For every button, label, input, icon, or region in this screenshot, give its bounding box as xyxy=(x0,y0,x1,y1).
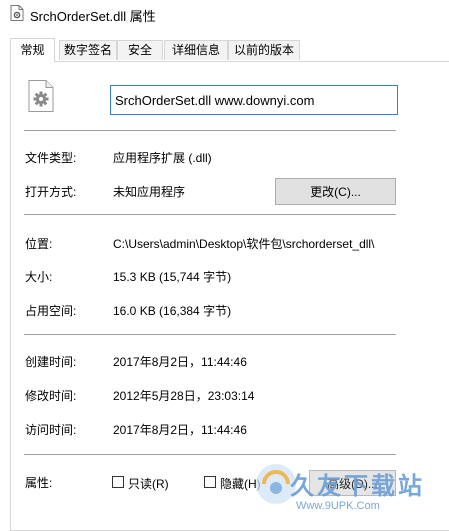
hidden-checkbox[interactable] xyxy=(204,476,216,488)
watermark-url: Www.9UPK.Com xyxy=(296,500,380,512)
location-value: C:\Users\admin\Desktop\软件包\srchorderset_… xyxy=(113,237,375,251)
tab-general[interactable]: 常规 xyxy=(10,38,55,62)
readonly-checkbox[interactable] xyxy=(112,476,124,488)
file-type-value: 应用程序扩展 (.dll) xyxy=(113,151,212,165)
separator xyxy=(24,454,396,455)
separator xyxy=(24,214,396,215)
watermark-text: 久友下载站 xyxy=(290,473,425,500)
accessed-value: 2017年8月2日，11:44:46 xyxy=(113,423,247,437)
size-on-disk-value: 16.0 KB (16,384 字节) xyxy=(113,304,232,318)
opens-with-label: 打开方式: xyxy=(25,185,77,199)
attributes-label: 属性: xyxy=(25,476,53,490)
window-title: SrchOrderSet.dll 属性 xyxy=(30,9,156,24)
size-label: 大小: xyxy=(25,270,53,284)
separator xyxy=(24,334,396,335)
tab-previous-versions[interactable]: 以前的版本 xyxy=(228,40,300,60)
tab-security[interactable]: 安全 xyxy=(117,40,163,60)
size-on-disk-label: 占用空间: xyxy=(25,304,77,318)
modified-value: 2012年5月28日，23:03:14 xyxy=(113,389,255,403)
title-bar: SrchOrderSet.dll 属性 xyxy=(0,0,449,28)
size-value: 15.3 KB (15,744 字节) xyxy=(113,270,232,284)
file-type-label: 文件类型: xyxy=(25,151,77,165)
modified-label: 修改时间: xyxy=(25,389,77,403)
opens-with-value: 未知应用程序 xyxy=(113,185,186,199)
created-label: 创建时间: xyxy=(25,355,77,369)
tab-strip: 常规 数字签名 安全 详细信息 以前的版本 xyxy=(10,38,440,62)
tab-details[interactable]: 详细信息 xyxy=(164,40,228,60)
change-button[interactable]: 更改(C)... xyxy=(275,178,396,205)
file-name-input[interactable] xyxy=(110,85,398,115)
created-value: 2017年8月2日，11:44:46 xyxy=(113,355,247,369)
readonly-label[interactable]: 只读(R) xyxy=(128,475,169,492)
location-label: 位置: xyxy=(25,237,53,251)
gear-file-icon xyxy=(28,80,54,112)
dll-file-icon xyxy=(10,5,24,21)
accessed-label: 访问时间: xyxy=(25,423,77,437)
separator xyxy=(24,130,396,131)
tab-digital-signatures[interactable]: 数字签名 xyxy=(59,40,117,60)
